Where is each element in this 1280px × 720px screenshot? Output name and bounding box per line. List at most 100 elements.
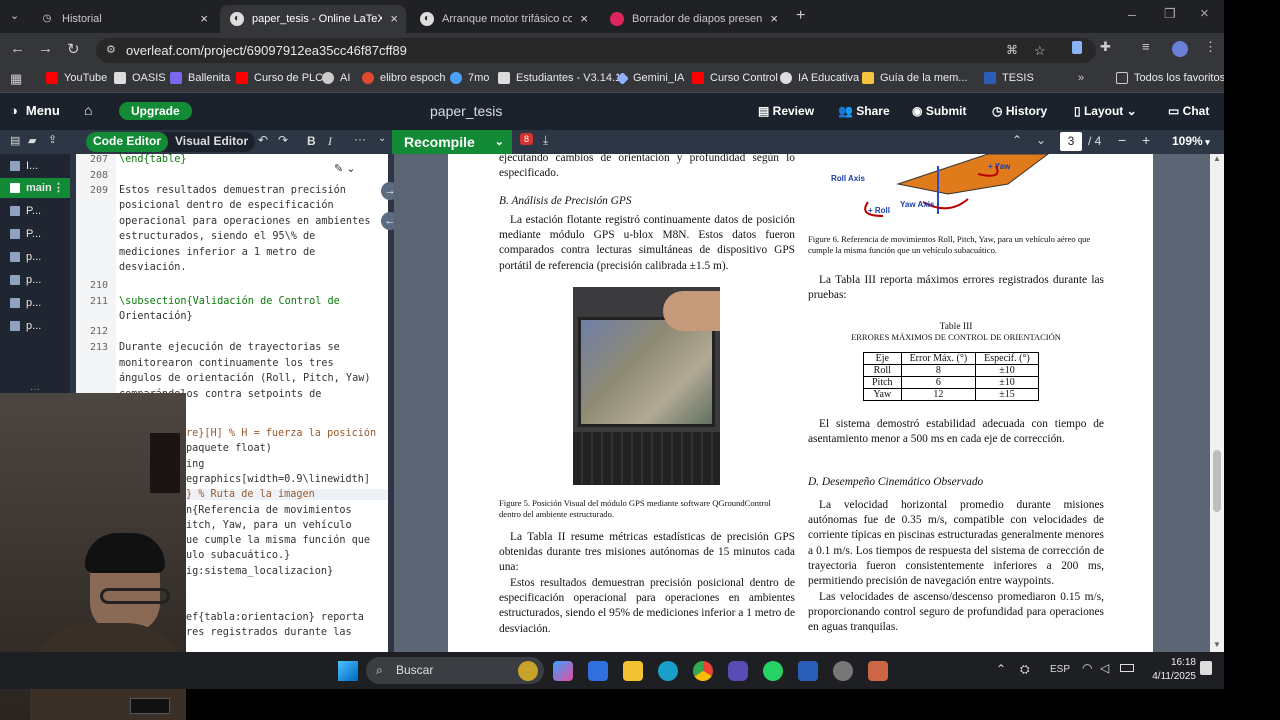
edit-pencil-icon[interactable]: ✎ ⌄ [334, 162, 356, 175]
restore-button[interactable]: ❐ [1164, 6, 1176, 22]
upload-icon[interactable]: ⇪ [48, 133, 57, 146]
bookmark-elibro[interactable]: elibro espoch [362, 72, 445, 84]
file-icon[interactable]: ▤ [10, 134, 20, 147]
bookmark-ai[interactable]: AI [322, 72, 350, 84]
layout-button[interactable]: ▯ Layout ⌄ [1074, 104, 1137, 118]
bookmark-7mo[interactable]: 7mo [450, 72, 489, 84]
apps-icon[interactable]: ▦ [10, 71, 22, 87]
start-icon[interactable] [338, 661, 358, 681]
profile-avatar[interactable] [1172, 41, 1188, 57]
file-explorer-icon[interactable] [623, 661, 643, 681]
close-icon[interactable]: × [390, 11, 398, 26]
redo-icon[interactable]: ↷ [278, 133, 288, 147]
code-line[interactable]: ig:sistema_localizacion} [186, 566, 333, 577]
save-icon[interactable] [1072, 41, 1082, 54]
scroll-down-icon[interactable]: ▼ [1213, 640, 1221, 649]
code-line[interactable]: egraphics[width=0.9\linewidth] [186, 474, 370, 485]
new-tab-button[interactable]: + [796, 7, 805, 25]
scroll-thumb[interactable] [1213, 450, 1221, 512]
code-line[interactable]: } % Ruta de la imagen [186, 489, 388, 501]
chrome-icon[interactable] [693, 661, 713, 681]
italic-button[interactable]: I [328, 134, 332, 149]
more-icon[interactable]: ⋮ [53, 178, 64, 198]
bookmark-curso-control[interactable]: Curso Control [692, 72, 778, 84]
code-line[interactable]: desviación. [119, 262, 186, 273]
file-item-main[interactable]: main ⋮ [0, 178, 70, 198]
code-line[interactable]: Estos resultados demuestran precisión [119, 185, 346, 196]
code-line[interactable]: \end{table} [119, 154, 186, 165]
wifi-icon[interactable]: ◠ [1082, 661, 1092, 675]
visual-editor-toggle[interactable]: Visual Editor [168, 132, 255, 152]
bookmark-estudiantes[interactable]: Estudiantes - V3.14.1 [498, 72, 621, 84]
zoom-in-icon[interactable]: + [1142, 132, 1150, 148]
file-item[interactable]: p... [0, 293, 70, 313]
extensions-icon[interactable]: ✚ [1100, 39, 1111, 55]
pdf-viewer[interactable]: ejecutando cambios de orientación y prof… [394, 154, 1224, 652]
clock[interactable]: 16:18 4/11/2025 [1146, 656, 1196, 684]
code-line[interactable]: re}[H] % H = fuerza la posición [186, 428, 376, 439]
recompile-button[interactable]: Recompile ⌄ [392, 130, 512, 154]
code-line[interactable]: posicional dentro de especificación [119, 200, 334, 211]
bold-button[interactable]: B [307, 134, 316, 148]
code-line[interactable]: res registrados durante las [186, 627, 352, 638]
media-icon[interactable]: ≡ [1142, 39, 1150, 54]
tab-historial[interactable]: ◷ Historial × [30, 5, 216, 33]
reload-button[interactable]: ↻ [67, 40, 80, 58]
folder-icon[interactable]: ▰ [28, 134, 36, 147]
word-icon[interactable] [798, 661, 818, 681]
notification-icon[interactable] [1200, 661, 1212, 675]
whatsapp-icon[interactable] [763, 661, 783, 681]
code-line[interactable]: ef{tabla:orientacion} reporta [186, 612, 364, 623]
minimize-button[interactable]: – [1128, 6, 1136, 22]
bookmark-oasis[interactable]: OASIS [114, 72, 166, 84]
chat-button[interactable]: ▭ Chat [1168, 104, 1209, 118]
zoom-select[interactable]: 109% ▾ [1172, 134, 1210, 148]
bookmark-ia-educativa[interactable]: IA Educativa [780, 72, 859, 84]
tab-search-button[interactable]: ⌄ [10, 9, 19, 22]
upgrade-button[interactable]: Upgrade [119, 102, 192, 120]
download-icon[interactable]: ⤓ [543, 133, 548, 148]
code-line[interactable]: ing [186, 459, 204, 470]
file-item[interactable]: P... [0, 224, 70, 244]
close-icon[interactable]: × [770, 11, 778, 26]
url-bar[interactable]: ⚙ overleaf.com/project/69097912ea35cc46f… [96, 38, 1096, 63]
code-line[interactable]: ángulos de orientación (Roll, Pitch, Yaw… [119, 373, 370, 384]
code-editor-toggle[interactable]: Code Editor [86, 132, 168, 152]
bookmark-guia[interactable]: Guía de la mem... [862, 72, 967, 84]
review-button[interactable]: ▤ Review [758, 104, 814, 118]
tray-app-icon[interactable]: ⛭ [1020, 662, 1030, 677]
bookmark-star-icon[interactable]: ☆ [1034, 38, 1046, 63]
code-line[interactable]: operacional para operaciones en ambiente… [119, 216, 370, 227]
code-line[interactable]: Durante ejecución de trayectorias se [119, 342, 340, 353]
code-line[interactable]: itch, Yaw, para un vehículo [186, 520, 352, 531]
code-line[interactable]: n{Referencia de movimientos [186, 505, 352, 516]
tab-overleaf[interactable]: ◐ paper_tesis - Online LaTeX Editor × [220, 5, 406, 33]
prev-page-icon[interactable]: ⌃ [1012, 133, 1022, 147]
page-number-input[interactable]: 3 [1060, 132, 1082, 151]
back-button[interactable]: ← [10, 40, 25, 57]
browser-menu-icon[interactable]: ⋮ [1204, 39, 1217, 55]
edge-icon[interactable] [658, 661, 678, 681]
pdf-scrollbar[interactable]: ▲ ▼ [1210, 154, 1224, 652]
bookmark-tesis[interactable]: TESIS [984, 72, 1034, 84]
more-icon[interactable]: ··· [354, 132, 366, 146]
battery-icon[interactable] [1120, 664, 1134, 672]
translate-icon[interactable]: ⌘ [1006, 38, 1018, 63]
code-line[interactable]: Orientación} [119, 311, 193, 322]
chevron-down-icon[interactable]: ⌄ [495, 130, 504, 154]
error-count-badge[interactable]: 8 [520, 133, 534, 145]
home-icon[interactable]: ⌂ [84, 102, 92, 118]
forward-button[interactable]: → [38, 40, 53, 57]
bookmark-todos[interactable]: Todos los favoritos [1116, 72, 1224, 84]
app-icon[interactable] [833, 661, 853, 681]
toolbar-chevron-icon[interactable]: ⌄ [378, 133, 386, 144]
code-line[interactable]: monitorearon continuamente los tres [119, 358, 334, 369]
undo-icon[interactable]: ↶ [258, 133, 268, 147]
code-line[interactable]: \subsection{Validación de Control de [119, 296, 340, 307]
file-item[interactable]: p... [0, 316, 70, 336]
code-line[interactable]: mediciones inferior a 1 metro de [119, 247, 315, 258]
history-button[interactable]: ◷ History [992, 104, 1047, 118]
zoom-out-icon[interactable]: − [1118, 132, 1126, 148]
bookmark-gemini[interactable]: Gemini_IA [616, 71, 684, 85]
language-indicator[interactable]: ESP [1050, 664, 1070, 675]
